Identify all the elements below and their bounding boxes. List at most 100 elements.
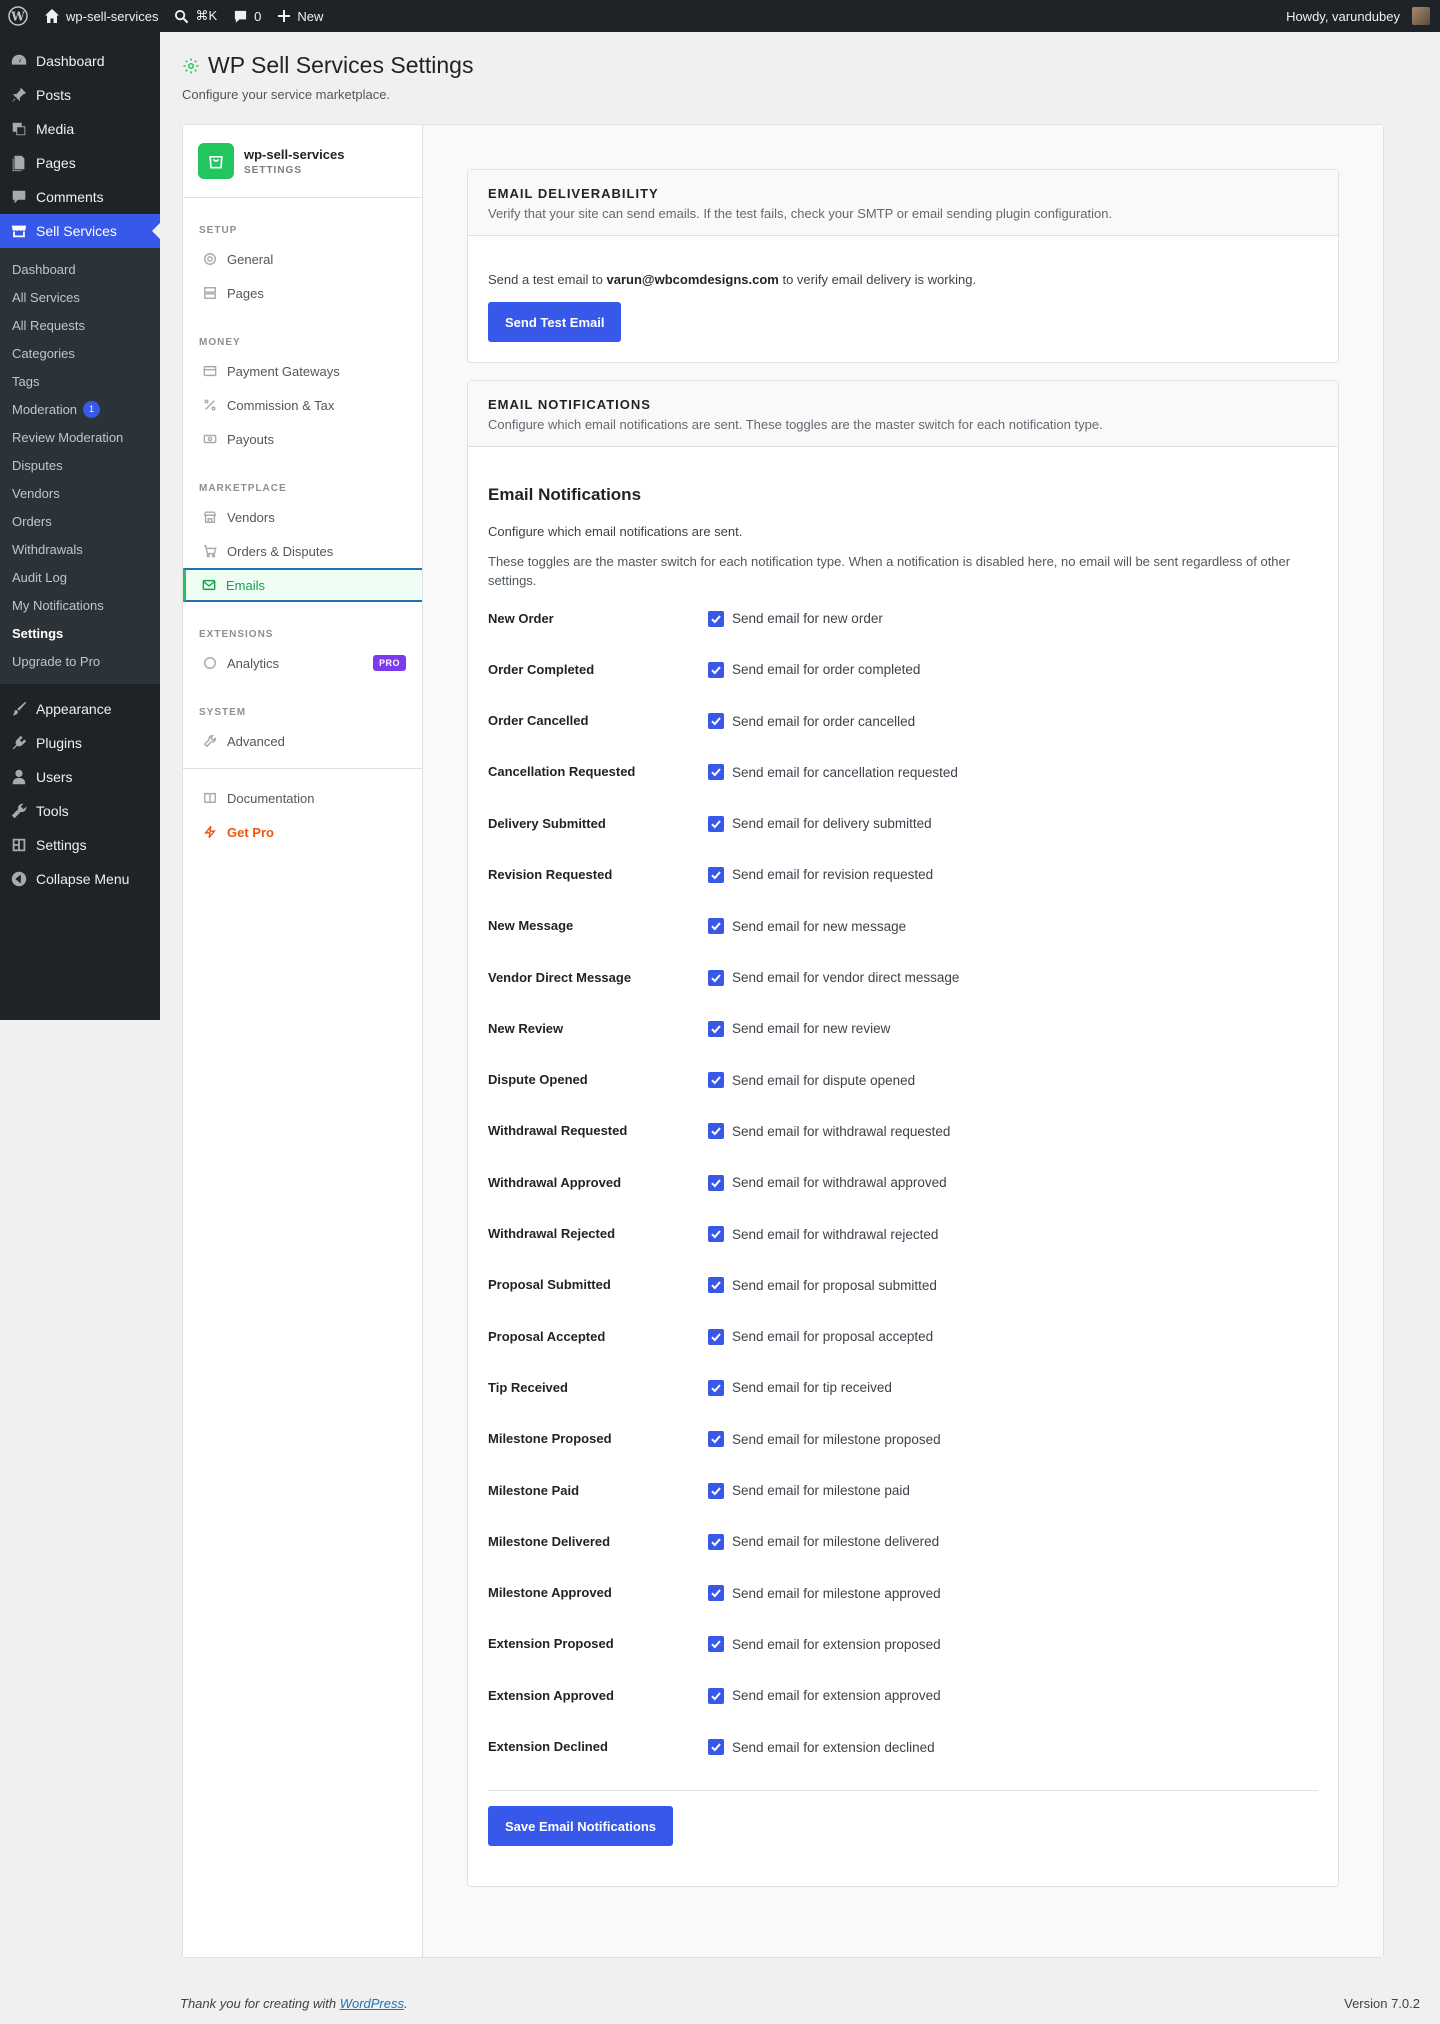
notification-option[interactable]: Send email for withdrawal requested — [708, 1123, 950, 1140]
menu-item-tools[interactable]: Tools — [0, 794, 160, 828]
menu-item-appearance[interactable]: Appearance — [0, 692, 160, 726]
nav-item-get-pro[interactable]: Get Pro — [183, 815, 422, 849]
notification-checkbox[interactable] — [708, 1277, 724, 1294]
my-account-link[interactable]: Howdy, varundubey — [1278, 0, 1440, 32]
nav-item-payment-gateways[interactable]: Payment Gateways — [183, 354, 422, 388]
notification-option[interactable]: Send email for cancellation requested — [708, 764, 958, 781]
wordpress-logo-icon[interactable]: W — [0, 0, 36, 32]
submenu-item-orders[interactable]: Orders — [0, 507, 160, 535]
submenu-item-moderation[interactable]: Moderation 1 — [0, 395, 160, 423]
notification-checkbox[interactable] — [708, 1533, 724, 1550]
notification-option[interactable]: Send email for order cancelled — [708, 713, 915, 730]
submenu-item-categories[interactable]: Categories — [0, 339, 160, 367]
submenu-item-all-services[interactable]: All Services — [0, 283, 160, 311]
notification-row: Order Completed Send email for order comp… — [488, 657, 1318, 708]
notification-checkbox[interactable] — [708, 1226, 724, 1243]
notification-option[interactable]: Send email for milestone delivered — [708, 1533, 939, 1550]
notification-checkbox[interactable] — [708, 1431, 724, 1448]
shopping-bag-icon — [198, 143, 234, 179]
nav-item-label: Orders & Disputes — [227, 543, 334, 559]
nav-item-emails[interactable]: Emails — [183, 568, 422, 602]
save-email-notifications-button[interactable]: Save Email Notifications — [488, 1806, 673, 1847]
menu-item-posts[interactable]: Posts — [0, 78, 160, 112]
notification-option[interactable]: Send email for new review — [708, 1020, 890, 1037]
notification-checkbox[interactable] — [708, 1174, 724, 1191]
nav-item-documentation[interactable]: Documentation — [183, 781, 422, 815]
notification-checkbox[interactable] — [708, 918, 724, 935]
wordpress-link[interactable]: WordPress — [340, 1996, 404, 2011]
command-search[interactable]: ⌘K — [166, 0, 225, 32]
site-name-link[interactable]: wp-sell-services — [36, 0, 166, 32]
notification-checkbox[interactable] — [708, 866, 724, 883]
notification-option[interactable]: Send email for proposal submitted — [708, 1277, 937, 1294]
notification-checkbox[interactable] — [708, 1687, 724, 1704]
nav-item-label: Payouts — [227, 431, 274, 447]
notification-option[interactable]: Send email for extension approved — [708, 1687, 941, 1704]
menu-item-comments[interactable]: Comments — [0, 180, 160, 214]
notification-checkbox[interactable] — [708, 713, 724, 730]
submenu-item-vendors[interactable]: Vendors — [0, 479, 160, 507]
notification-option[interactable]: Send email for new order — [708, 610, 883, 627]
notification-option[interactable]: Send email for withdrawal rejected — [708, 1226, 938, 1243]
menu-item-users[interactable]: Users — [0, 760, 160, 794]
notification-checkbox[interactable] — [708, 1020, 724, 1037]
submenu-item-settings[interactable]: Settings — [0, 619, 160, 647]
notification-checkbox[interactable] — [708, 764, 724, 781]
notification-option[interactable]: Send email for dispute opened — [708, 1072, 915, 1089]
nav-item-analytics[interactable]: Analytics PRO — [183, 646, 422, 680]
menu-item-collapse-menu[interactable]: Collapse Menu — [0, 862, 160, 896]
comments-link[interactable]: 0 — [225, 0, 269, 32]
notification-option[interactable]: Send email for milestone proposed — [708, 1431, 941, 1448]
menu-item-pages[interactable]: Pages — [0, 146, 160, 180]
notification-option[interactable]: Send email for vendor direct message — [708, 969, 959, 986]
notification-checkbox[interactable] — [708, 1739, 724, 1756]
notification-option[interactable]: Send email for extension declined — [708, 1739, 935, 1756]
notification-checkbox[interactable] — [708, 1636, 724, 1653]
menu-item-media[interactable]: Media — [0, 112, 160, 146]
nav-item-advanced[interactable]: Advanced — [183, 724, 422, 758]
submenu-item-audit-log[interactable]: Audit Log — [0, 563, 160, 591]
menu-item-plugins[interactable]: Plugins — [0, 726, 160, 760]
submenu-item-dashboard[interactable]: Dashboard — [0, 255, 160, 283]
nav-section-title: SETUP — [199, 225, 238, 236]
submenu-item-upgrade-to-pro[interactable]: Upgrade to Pro — [0, 647, 160, 675]
submenu-item-tags[interactable]: Tags — [0, 367, 160, 395]
menu-item-settings[interactable]: Settings — [0, 828, 160, 862]
notification-checkbox[interactable] — [708, 1482, 724, 1499]
new-content-link[interactable]: New — [269, 0, 331, 32]
notification-checkbox[interactable] — [708, 1123, 724, 1140]
notification-option[interactable]: Send email for tip received — [708, 1379, 892, 1396]
notification-option[interactable]: Send email for order completed — [708, 661, 920, 678]
notification-checkbox[interactable] — [708, 815, 724, 832]
submenu-item-my-notifications[interactable]: My Notifications — [0, 591, 160, 619]
notification-option[interactable]: Send email for milestone paid — [708, 1482, 910, 1499]
notification-option[interactable]: Send email for withdrawal approved — [708, 1174, 947, 1191]
notification-option[interactable]: Send email for proposal accepted — [708, 1328, 933, 1345]
notification-checkbox[interactable] — [708, 1072, 724, 1089]
notification-checkbox[interactable] — [708, 661, 724, 678]
notification-option[interactable]: Send email for revision requested — [708, 866, 933, 883]
notification-option[interactable]: Send email for new message — [708, 918, 906, 935]
menu-item-sell-services[interactable]: Sell Services — [0, 214, 160, 248]
nav-item-pages[interactable]: Pages — [183, 276, 422, 310]
notification-checkbox[interactable] — [708, 969, 724, 986]
menu-item-dashboard[interactable]: Dashboard — [0, 44, 160, 78]
notification-option[interactable]: Send email for milestone approved — [708, 1585, 941, 1602]
notification-option[interactable]: Send email for delivery submitted — [708, 815, 932, 832]
pages-icon — [10, 154, 28, 172]
notification-checkbox[interactable] — [708, 610, 724, 627]
notification-option[interactable]: Send email for extension proposed — [708, 1636, 941, 1653]
nav-item-general[interactable]: General — [183, 242, 422, 276]
submenu-item-review-moderation[interactable]: Review Moderation — [0, 423, 160, 451]
notification-checkbox[interactable] — [708, 1379, 724, 1396]
submenu-item-all-requests[interactable]: All Requests — [0, 311, 160, 339]
nav-item-payouts[interactable]: Payouts — [183, 422, 422, 456]
submenu-item-withdrawals[interactable]: Withdrawals — [0, 535, 160, 563]
notification-checkbox[interactable] — [708, 1585, 724, 1602]
send-test-email-button[interactable]: Send Test Email — [488, 302, 622, 342]
nav-item-commission-and-tax[interactable]: Commission & Tax — [183, 388, 422, 422]
nav-item-vendors[interactable]: Vendors — [183, 500, 422, 534]
submenu-item-disputes[interactable]: Disputes — [0, 451, 160, 479]
notification-checkbox[interactable] — [708, 1328, 724, 1345]
nav-item-orders-and-disputes[interactable]: Orders & Disputes — [183, 534, 422, 568]
